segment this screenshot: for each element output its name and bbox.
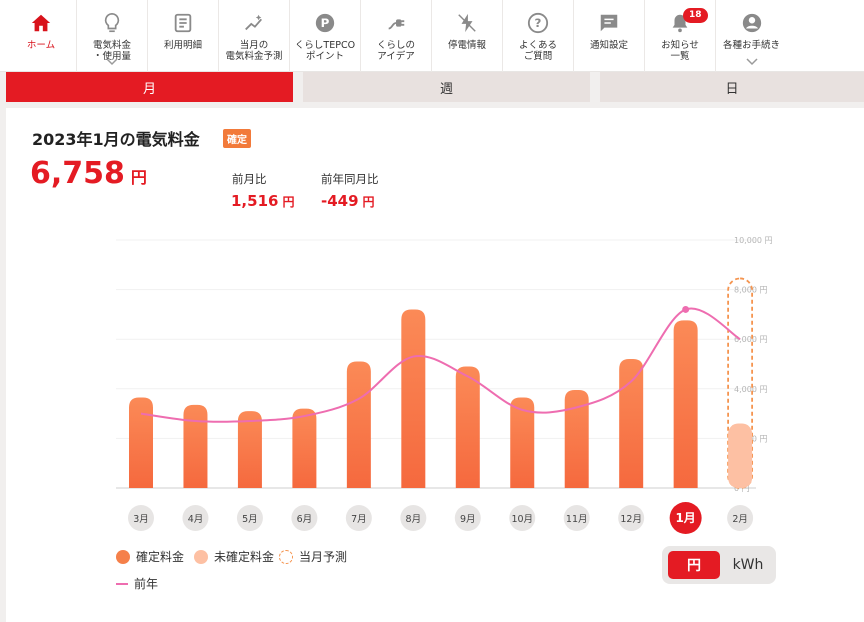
lightbulb-icon (101, 12, 123, 34)
month-label: 1月 (675, 511, 695, 525)
nav-item-label: 停電情報 (447, 40, 486, 51)
svg-text:?: ? (535, 16, 542, 30)
y-tick-label: 4,000 円 (734, 385, 767, 394)
legend-confirmed: 確定料金 (116, 548, 184, 565)
month-label: 10月 (511, 514, 533, 525)
sparkle-chart-icon (243, 12, 265, 34)
confirmed-bar (237, 411, 262, 488)
legend-unconfirmed-swatch (194, 549, 208, 564)
confirmed-bar (129, 397, 153, 488)
nav-item-label: 各種お手続き (722, 40, 780, 51)
prev-year-point (682, 305, 690, 313)
nav-item-4[interactable]: P くらしTEPCO ポイント (290, 0, 361, 72)
nav-item-label: 利用明細 (163, 40, 202, 51)
nav-item-label: 当月の 電気料金予測 (225, 40, 283, 62)
nav-item-1[interactable]: 電気料金 ・使用量 (77, 0, 148, 72)
tab-month[interactable]: 月 (6, 72, 293, 102)
nav-item-label: くらしTEPCO ポイント (294, 40, 356, 62)
month-label: 6月 (297, 514, 313, 525)
nav-item-label: 通知設定 (589, 40, 628, 51)
tab-week[interactable]: 週 (303, 72, 590, 102)
nav-item-label: くらしの アイデア (376, 40, 415, 62)
month-label: 12月 (620, 514, 642, 525)
confirmed-bar (292, 408, 317, 488)
legend-confirmed-label: 確定料金 (136, 550, 185, 564)
legend-prev-year-swatch (116, 582, 128, 585)
confirmed-bar (346, 361, 371, 488)
chevron-down-icon (106, 51, 118, 70)
nav-item-7[interactable]: ? よくある ご質問 (503, 0, 574, 72)
nav-item-8[interactable]: 通知設定 (574, 0, 645, 72)
plug-icon (385, 12, 407, 34)
month-label: 3月 (133, 514, 149, 525)
month-label: 8月 (406, 514, 422, 525)
month-label: 9月 (460, 514, 476, 525)
document-icon (172, 12, 194, 34)
legend-prev-year-label: 前年 (134, 577, 159, 591)
nav-item-9[interactable]: お知らせ 一覧 18 (645, 0, 716, 72)
nav-item-10[interactable]: 各種お手続き (716, 0, 787, 72)
period-tabs: 月 週 日 (6, 72, 864, 102)
month-label: 4月 (188, 514, 204, 525)
confirmed-bar (673, 320, 698, 488)
month-label: 11月 (566, 514, 588, 525)
nav-item-5[interactable]: くらしの アイデア (361, 0, 432, 72)
nav-item-label: よくある ご質問 (518, 40, 557, 62)
legend-unconfirmed-label: 未確定料金 (214, 550, 275, 564)
legend-prev-year: 前年 (116, 575, 158, 592)
nav-item-6[interactable]: 停電情報 (432, 0, 503, 72)
unit-toggle: 円 kWh (662, 546, 776, 584)
nav-item-0[interactable]: ホーム (6, 0, 77, 72)
confirmed-bar (619, 359, 644, 488)
unit-kwh-button[interactable]: kWh (724, 551, 772, 579)
home-icon (30, 12, 52, 34)
nav-item-2[interactable]: 利用明細 (148, 0, 219, 72)
confirmed-bar (183, 404, 208, 488)
legend-forecast-label: 当月予測 (299, 550, 348, 564)
y-tick-label: 10,000 円 (734, 236, 773, 245)
unconfirmed-bar (728, 423, 753, 488)
message-icon (598, 12, 620, 34)
prev-year-line (140, 307, 741, 423)
notification-count-badge: 18 (683, 8, 708, 23)
month-label: 7月 (351, 514, 367, 525)
points-icon: P (314, 12, 336, 34)
top-navigation: ホーム 電気料金 ・使用量利用明細 当月の 電気料金予測 P くらしTEPCO ポイント… (0, 0, 864, 72)
legend-confirmed-swatch (116, 549, 130, 564)
question-icon: ? (527, 12, 549, 34)
confirmed-bar (401, 309, 426, 488)
unit-yen-button[interactable]: 円 (668, 551, 720, 579)
nav-item-label: お知らせ 一覧 (661, 40, 699, 62)
legend-forecast: 当月予測 (279, 548, 347, 565)
confirmed-bar (455, 366, 480, 488)
chevron-down-icon (745, 51, 758, 70)
user-icon (741, 12, 763, 34)
tab-day[interactable]: 日 (600, 72, 864, 102)
nav-item-3[interactable]: 当月の 電気料金予測 (219, 0, 290, 72)
nav-item-label: ホーム (26, 40, 56, 51)
billing-chart: 10,000 円8,000 円6,000 円4,000 円2,000 円0 円3… (116, 236, 773, 534)
lightning-icon (456, 12, 478, 34)
month-label: 2月 (732, 514, 748, 525)
month-label: 5月 (242, 514, 258, 525)
svg-text:P: P (321, 16, 330, 30)
legend-unconfirmed: 未確定料金 (194, 548, 274, 565)
billing-card: 2023年1月の電気料金 確定 6,758 円 前月比 1,516 円 前年同月比 … (6, 108, 864, 622)
legend-forecast-swatch (279, 549, 293, 564)
